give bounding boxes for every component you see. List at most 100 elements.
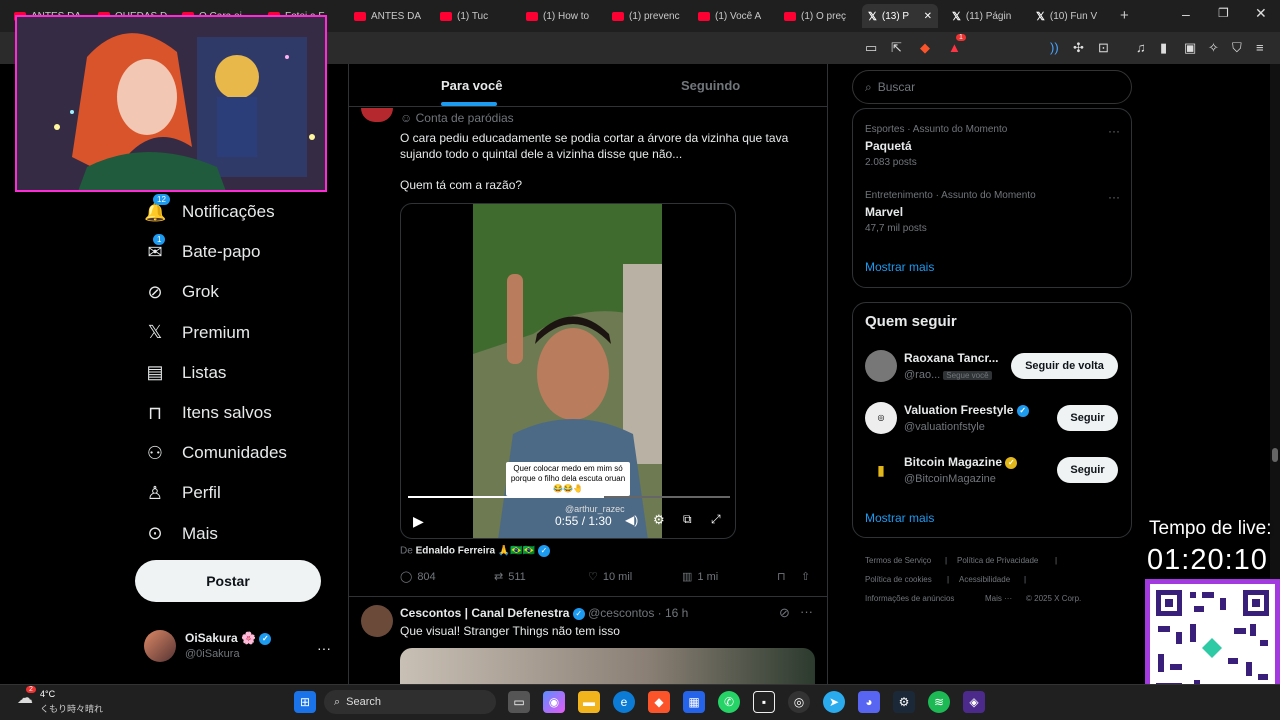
browser-tab[interactable]: ANTES DA (348, 4, 430, 28)
footer-link[interactable]: Informações de anúncios (865, 594, 954, 603)
browser-tab[interactable]: (1) O preç (778, 4, 860, 28)
follow-button[interactable]: Seguir (1057, 405, 1118, 431)
trends-show-more-link[interactable]: Mostrar mais (865, 260, 934, 274)
sidebar-item-grok[interactable]: ⊘ Grok (144, 275, 218, 309)
trend-item[interactable]: Entretenimento · Assunto do Momento Marve… (865, 190, 1120, 234)
settings-gear-icon[interactable]: ⚙ (653, 512, 665, 528)
sidebar-item-notifica-es[interactable]: 🔔 12 Notificações (144, 193, 275, 229)
sidebar-item-bate-papo[interactable]: ✉ 1 Bate-papo (144, 233, 260, 269)
capcut-icon[interactable]: ▪ (753, 691, 775, 713)
media-icon[interactable]: ♫ (1136, 40, 1146, 55)
follow-name[interactable]: Valuation Freestyle ✓ (904, 403, 1029, 417)
app-icon[interactable]: ◈ (963, 691, 985, 713)
browser-tab[interactable]: (1) Tuc (434, 4, 516, 28)
sidebar-item-perfil[interactable]: ♙ Perfil (144, 476, 221, 510)
obs-icon[interactable]: ◎ (788, 691, 810, 713)
like-button[interactable]: ♡ 10 mil (588, 570, 632, 584)
post-button[interactable]: Postar (135, 560, 321, 602)
play-icon[interactable]: ▶ (413, 513, 424, 530)
browser-tab[interactable]: 𝕏 (13) P ✕ (862, 4, 938, 28)
store-icon[interactable]: ▦ (683, 691, 705, 713)
cast-icon[interactable]: ▭ (865, 40, 877, 56)
weather-icon[interactable]: ☁ 2 (14, 686, 36, 710)
browser-tab[interactable]: (1) How to (520, 4, 602, 28)
task-view-icon[interactable]: ▭ (508, 691, 530, 713)
leo-ai-icon[interactable]: ✧ (1208, 40, 1219, 56)
browser-tab[interactable]: 𝕏 (11) Págin (946, 4, 1028, 28)
tab-para-voce[interactable]: Para você (441, 78, 502, 93)
discord-icon[interactable]: ◕ (858, 691, 880, 713)
repost-button[interactable]: ⇄ 511 (494, 570, 526, 584)
whatsapp-icon[interactable]: ✆ (718, 691, 740, 713)
minimize-icon[interactable]: – (1182, 6, 1190, 22)
follow-avatar[interactable] (865, 350, 897, 382)
screenshot-icon[interactable]: ⊡ (1098, 40, 1109, 56)
footer-link[interactable]: Política de Privacidade (957, 556, 1038, 565)
wallet-icon[interactable]: ▣ (1184, 40, 1196, 56)
brave-icon[interactable]: ◆ (648, 691, 670, 713)
copilot-icon[interactable]: ◉ (543, 691, 565, 713)
volume-icon[interactable]: ◀) (625, 513, 638, 527)
video-progress-track[interactable] (408, 496, 730, 498)
telegram-icon[interactable]: ➤ (823, 691, 845, 713)
who-show-more-link[interactable]: Mostrar mais (865, 511, 934, 525)
sidebar-item-mais[interactable]: ⊙ Mais (144, 517, 217, 551)
share-icon[interactable]: ⇱ (891, 40, 902, 56)
restore-icon[interactable]: ❐ (1218, 6, 1229, 20)
sidebar-icon[interactable]: ▮ (1160, 40, 1167, 56)
menu-icon[interactable]: ≡ (1256, 40, 1264, 55)
post-author[interactable]: Cescontos | Canal Defenestra ✓ @cesconto… (400, 606, 688, 620)
browser-tab[interactable]: 𝕏 (10) Fun V (1030, 4, 1112, 28)
browser-tab[interactable]: (1) Você A (692, 4, 774, 28)
account-menu-icon[interactable]: ··· (317, 640, 331, 656)
trend-item[interactable]: Esportes · Assunto do Momento Paquetá 2.08… (865, 124, 1120, 168)
footer-more-link[interactable]: Mais ··· (985, 594, 1012, 603)
grok-explain-icon[interactable]: ⊘ (779, 605, 790, 621)
post-avatar[interactable] (361, 605, 393, 637)
close-window-icon[interactable]: ✕ (1255, 5, 1267, 22)
footer-link[interactable]: Acessibilidade (959, 575, 1010, 584)
account-name[interactable]: OiSakura 🌸 ✓ (185, 631, 272, 645)
fullscreen-icon[interactable]: ⤢ (711, 512, 721, 527)
reply-button[interactable]: ◯ 804 (400, 570, 436, 584)
bookmark-icon[interactable]: ⊓ (777, 570, 786, 583)
picture-in-picture-icon[interactable]: ⧉ (683, 512, 692, 527)
brave-rewards-icon[interactable]: ▲ 1 (948, 34, 966, 55)
share-post-icon[interactable]: ⇧ (801, 570, 810, 583)
post-image[interactable] (400, 648, 815, 684)
follow-back-button[interactable]: Seguir de volta (1011, 353, 1118, 379)
follow-button[interactable]: Seguir (1057, 457, 1118, 483)
edge-icon[interactable]: e (613, 691, 635, 713)
sidebar-item-listas[interactable]: ▤ Listas (144, 356, 226, 390)
trend-menu-icon[interactable]: ··· (1108, 190, 1120, 204)
footer-link[interactable]: Termos de Serviço (865, 556, 931, 565)
avatar[interactable] (144, 630, 176, 662)
follow-avatar[interactable]: ▮ (865, 454, 897, 486)
tab-seguindo[interactable]: Seguindo (681, 78, 740, 93)
follow-name[interactable]: Bitcoin Magazine ✓ (904, 455, 1018, 469)
close-tab-icon[interactable]: ✕ (924, 11, 932, 22)
video-player[interactable]: Quer colocar medo em mim só porque o fil… (400, 203, 736, 539)
scrollbar-thumb[interactable] (1272, 448, 1278, 462)
extensions-icon[interactable]: ✣ (1073, 40, 1084, 56)
vpn-shield-icon[interactable]: ⛉ (1232, 40, 1242, 56)
sidebar-item-comunidades[interactable]: ⚇ Comunidades (144, 436, 287, 470)
footer-link[interactable]: Política de cookies (865, 575, 932, 584)
windows-start-icon[interactable]: ⊞ (294, 691, 316, 713)
steam-icon[interactable]: ⚙ (893, 691, 915, 713)
new-tab-button[interactable]: + (1120, 7, 1129, 24)
follow-name[interactable]: Raoxana Tancr... (904, 351, 998, 365)
browser-tab[interactable]: (1) prevenc (606, 4, 688, 28)
attribution-name[interactable]: Ednaldo Ferreira 🙏🇧🇷🇧🇷 (416, 546, 536, 557)
taskbar-search[interactable]: ⌕ Search (324, 690, 496, 714)
sidebar-item-itens-salvos[interactable]: ⊓ Itens salvos (144, 396, 272, 430)
views-button[interactable]: ▥ 1 mi (682, 570, 718, 584)
spotify-icon[interactable]: ≋ (928, 691, 950, 713)
trend-menu-icon[interactable]: ··· (1108, 124, 1120, 138)
follow-avatar[interactable]: ◎ (865, 402, 897, 434)
post-menu-icon[interactable]: ··· (800, 604, 813, 619)
search-input[interactable]: ⌕ Buscar (852, 70, 1132, 104)
sidebar-item-premium[interactable]: 𝕏 Premium (144, 316, 250, 350)
brave-shields-icon[interactable]: ◆ (920, 40, 930, 56)
vpn-icon[interactable]: )) (1050, 40, 1059, 55)
